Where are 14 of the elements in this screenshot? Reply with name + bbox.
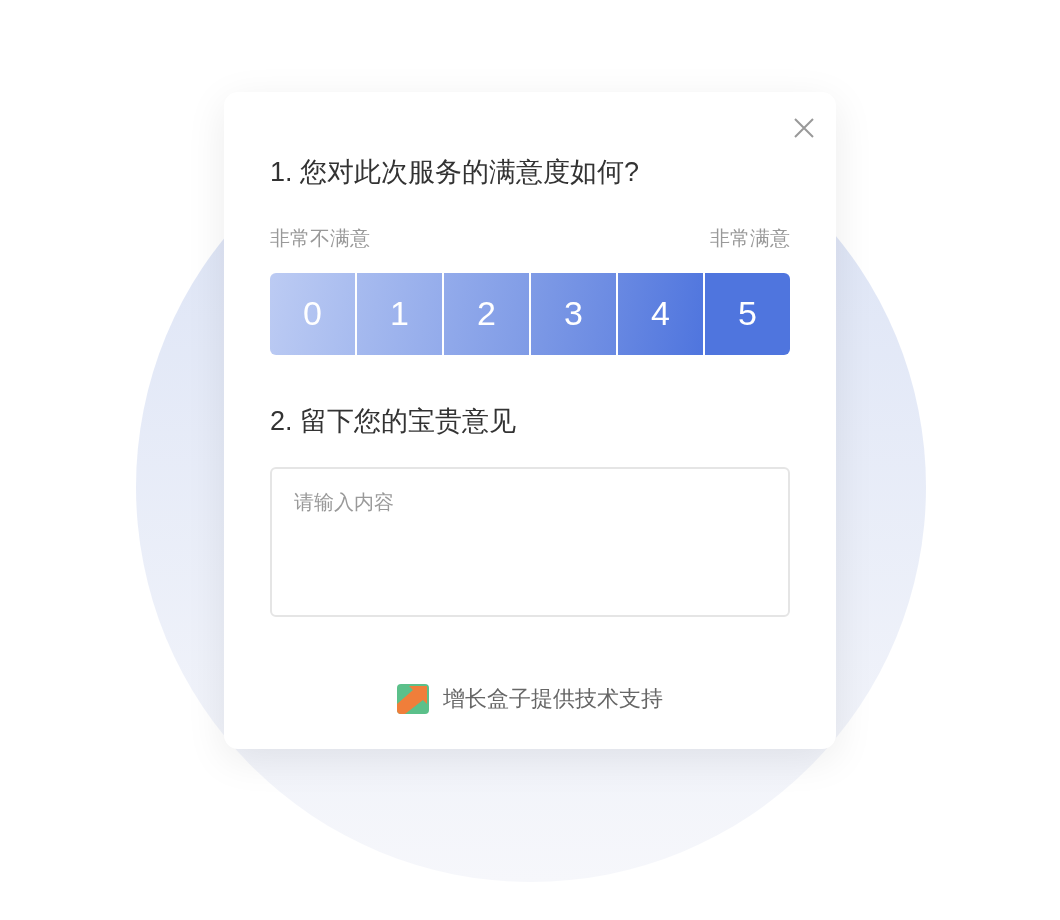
scale-max-label: 非常满意: [710, 225, 790, 251]
question-title: 2. 留下您的宝贵意见: [270, 404, 518, 438]
rating-option[interactable]: 2: [444, 272, 529, 355]
rating-option[interactable]: 0: [270, 272, 355, 355]
footer-credit: 增长盒子提供技术支持: [443, 685, 663, 713]
rating-option[interactable]: 5: [705, 272, 790, 355]
comment-field[interactable]: 请输入内容: [270, 467, 790, 617]
rating-option[interactable]: 4: [618, 272, 703, 355]
rating-option[interactable]: 1: [357, 272, 442, 355]
close-icon[interactable]: [792, 116, 816, 140]
scale-min-label: 非常不满意: [270, 225, 370, 251]
rating-option[interactable]: 3: [531, 272, 616, 355]
question-title: 1. 您对此次服务的满意度如何?: [270, 156, 641, 189]
logo-icon: [397, 683, 429, 714]
